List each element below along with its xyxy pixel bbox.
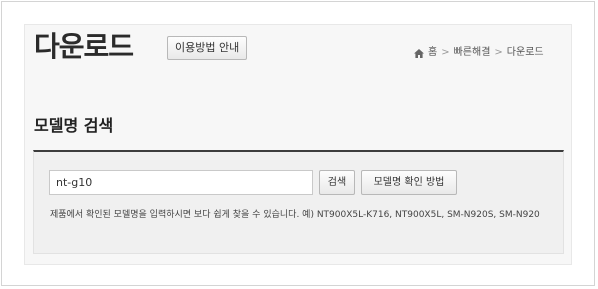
usage-guide-button[interactable]: 이용방법 안내 <box>167 36 248 60</box>
breadcrumb-separator: > <box>441 47 450 58</box>
breadcrumb-separator: > <box>494 47 503 58</box>
search-box <box>33 150 564 254</box>
section-title: 모델명 검색 <box>34 116 114 135</box>
search-button[interactable]: 검색 <box>319 170 355 195</box>
model-check-method-button[interactable]: 모델명 확인 방법 <box>361 170 457 195</box>
model-search-input[interactable] <box>49 170 313 195</box>
breadcrumb-item-home[interactable]: 홈 <box>428 46 437 60</box>
breadcrumb: 홈 > 빠른해결 > 다운로드 <box>414 46 544 60</box>
breadcrumb-item-download: 다운로드 <box>506 47 544 58</box>
home-icon[interactable] <box>414 48 424 58</box>
breadcrumb-item-quick-solution[interactable]: 빠른해결 <box>454 46 491 60</box>
page-title: 다운로드 <box>34 30 134 63</box>
search-hint: 제품에서 확인된 모델명을 입력하시면 보다 쉽게 찾을 수 있습니다. 예) … <box>50 210 540 220</box>
